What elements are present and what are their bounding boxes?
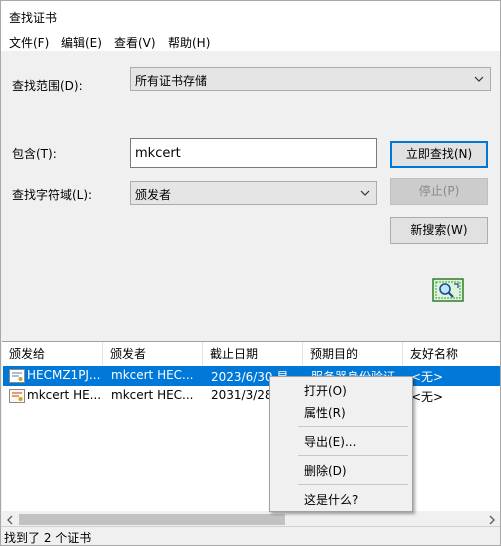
status-text: 找到了 2 个证书 <box>4 531 92 545</box>
menu-bar: 文件(F) 编辑(E) 查看(V) 帮助(H) <box>1 31 500 51</box>
context-menu: 打开(O) 属性(R) 导出(E)... 删除(D) 这是什么? <box>269 376 413 512</box>
cell-issued-to: mkcert HE... <box>27 388 102 402</box>
cell-issued-to: HECMZ1PJ... <box>27 368 101 382</box>
context-menu-separator <box>298 426 408 427</box>
window-title: 查找证书 <box>9 11 58 25</box>
certificate-icon <box>9 369 25 383</box>
context-menu-separator <box>298 455 408 456</box>
table-row[interactable]: HECMZ1PJ... mkcert HEC... 2023/6/30 星 服务… <box>3 366 500 386</box>
certificate-icon <box>9 389 25 403</box>
context-menu-open[interactable]: 打开(O) <box>304 382 347 399</box>
scope-value: 所有证书存储 <box>135 74 208 88</box>
title-bar: 查找证书 <box>1 1 500 31</box>
menu-view[interactable]: 查看(V) <box>114 34 156 51</box>
find-now-button[interactable]: 立即查找(N) <box>390 141 488 168</box>
context-menu-properties[interactable]: 属性(R) <box>304 404 346 421</box>
field-value: 颁发者 <box>135 188 172 202</box>
context-menu-whats-this[interactable]: 这是什么? <box>304 491 358 508</box>
scrollbar-thumb[interactable] <box>19 514 285 525</box>
new-search-button[interactable]: 新搜索(W) <box>390 217 488 244</box>
status-bar: 找到了 2 个证书 <box>1 526 500 545</box>
menu-help[interactable]: 帮助(H) <box>168 34 210 51</box>
column-header-friendly-name[interactable]: 友好名称 <box>403 342 500 366</box>
field-dropdown[interactable]: 颁发者 <box>130 181 377 205</box>
context-menu-delete[interactable]: 删除(D) <box>304 462 347 479</box>
contains-input[interactable] <box>131 139 376 167</box>
column-header-issued-to[interactable]: 颁发给 <box>2 342 103 366</box>
scope-dropdown[interactable]: 所有证书存储 <box>130 67 491 91</box>
field-label: 查找字符域(L): <box>12 188 93 202</box>
certificate-search-icon <box>432 278 464 302</box>
cell-issuer: mkcert HEC... <box>111 388 194 402</box>
context-menu-export[interactable]: 导出(E)... <box>304 433 356 450</box>
scroll-right-icon[interactable] <box>485 513 499 527</box>
scope-label: 查找范围(D): <box>12 79 83 93</box>
find-certificates-window: 查找证书 文件(F) 编辑(E) 查看(V) 帮助(H) 查找范围(D): 所有… <box>0 0 501 546</box>
column-header-expiration[interactable]: 截止日期 <box>203 342 303 366</box>
contains-input-box[interactable] <box>130 138 377 168</box>
column-header-issuer[interactable]: 颁发者 <box>103 342 203 366</box>
context-menu-separator <box>298 484 408 485</box>
contains-label: 包含(T): <box>12 147 57 161</box>
chevron-down-icon <box>360 190 370 196</box>
cell-issuer: mkcert HEC... <box>111 368 194 382</box>
table-row[interactable]: mkcert HE... mkcert HEC... 2031/3/28 <无> <box>3 386 500 406</box>
chevron-down-icon <box>474 76 484 82</box>
menu-file[interactable]: 文件(F) <box>9 34 49 51</box>
scroll-left-icon[interactable] <box>3 513 17 527</box>
cell-friendly-name: <无> <box>411 370 444 384</box>
cell-friendly-name: <无> <box>411 390 444 404</box>
menu-edit[interactable]: 编辑(E) <box>61 34 102 51</box>
column-header-purpose[interactable]: 预期目的 <box>303 342 403 366</box>
stop-button[interactable]: 停止(P) <box>390 178 488 205</box>
results-list[interactable]: 颁发给 颁发者 截止日期 预期目的 友好名称 HECMZ1PJ... mkcer… <box>2 341 500 524</box>
